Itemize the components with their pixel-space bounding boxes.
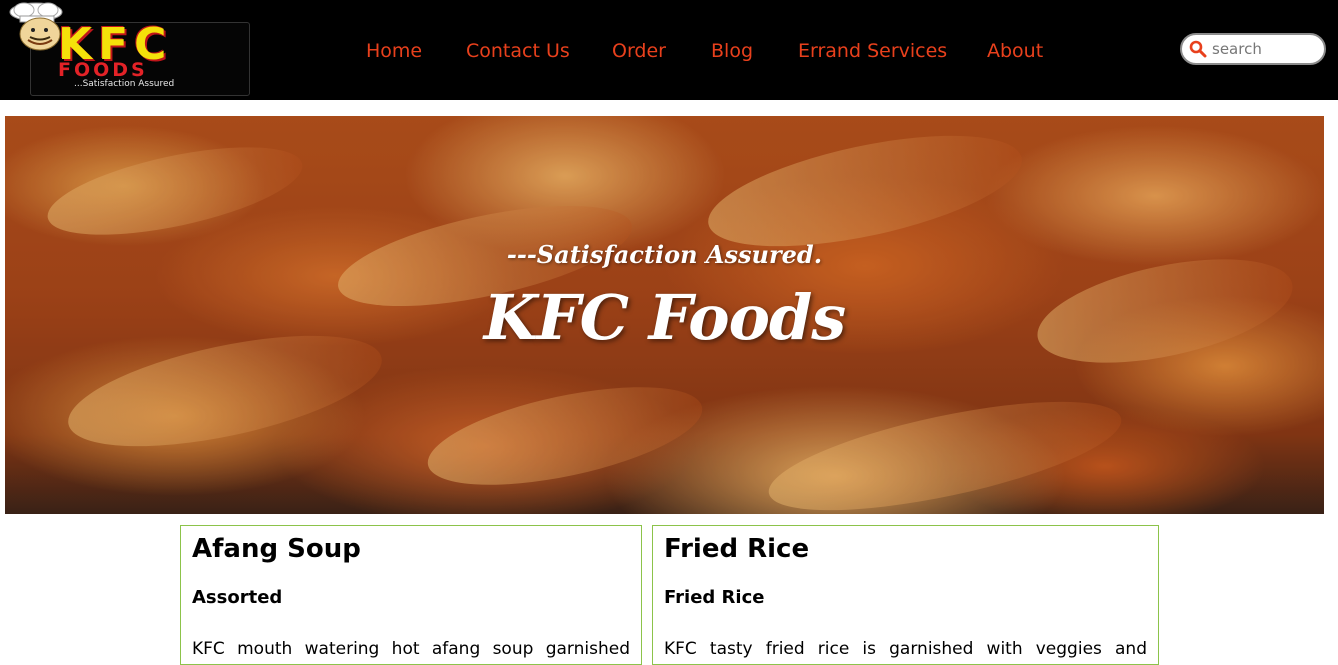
card-description: KFC tasty fried rice is garnished with v… [664, 639, 1147, 659]
card-title: Afang Soup [192, 534, 361, 564]
menu-card[interactable]: Fried Rice Fried Rice KFC tasty fried ri… [652, 525, 1159, 665]
site-header: KFC FOODS ...Satisfaction Assured Home C… [0, 0, 1338, 100]
hero-title: KFC Foods [483, 281, 846, 354]
nav-order[interactable]: Order [612, 38, 666, 64]
search-icon[interactable] [1189, 40, 1207, 58]
hero-tagline: ---Satisfaction Assured. [506, 240, 823, 269]
logo-tagline: ...Satisfaction Assured [74, 79, 175, 89]
nav-home[interactable]: Home [366, 38, 422, 64]
search-box [1180, 33, 1326, 65]
menu-card[interactable]: Afang Soup Assorted KFC mouth watering h… [180, 525, 642, 665]
nav-contact-us[interactable]: Contact Us [466, 38, 570, 64]
search-input[interactable] [1212, 38, 1318, 60]
nav-about[interactable]: About [987, 38, 1043, 64]
site-logo[interactable]: KFC FOODS ...Satisfaction Assured [0, 0, 250, 96]
hero-banner: ---Satisfaction Assured. KFC Foods [5, 116, 1324, 514]
nav-errand-services[interactable]: Errand Services [798, 38, 947, 64]
card-description: KFC mouth watering hot afang soup garnis… [192, 639, 630, 659]
card-subtitle: Fried Rice [664, 587, 765, 608]
nav-blog[interactable]: Blog [711, 38, 753, 64]
card-title: Fried Rice [664, 534, 810, 564]
logo-sub: FOODS [58, 59, 148, 81]
card-subtitle: Assorted [192, 587, 283, 608]
